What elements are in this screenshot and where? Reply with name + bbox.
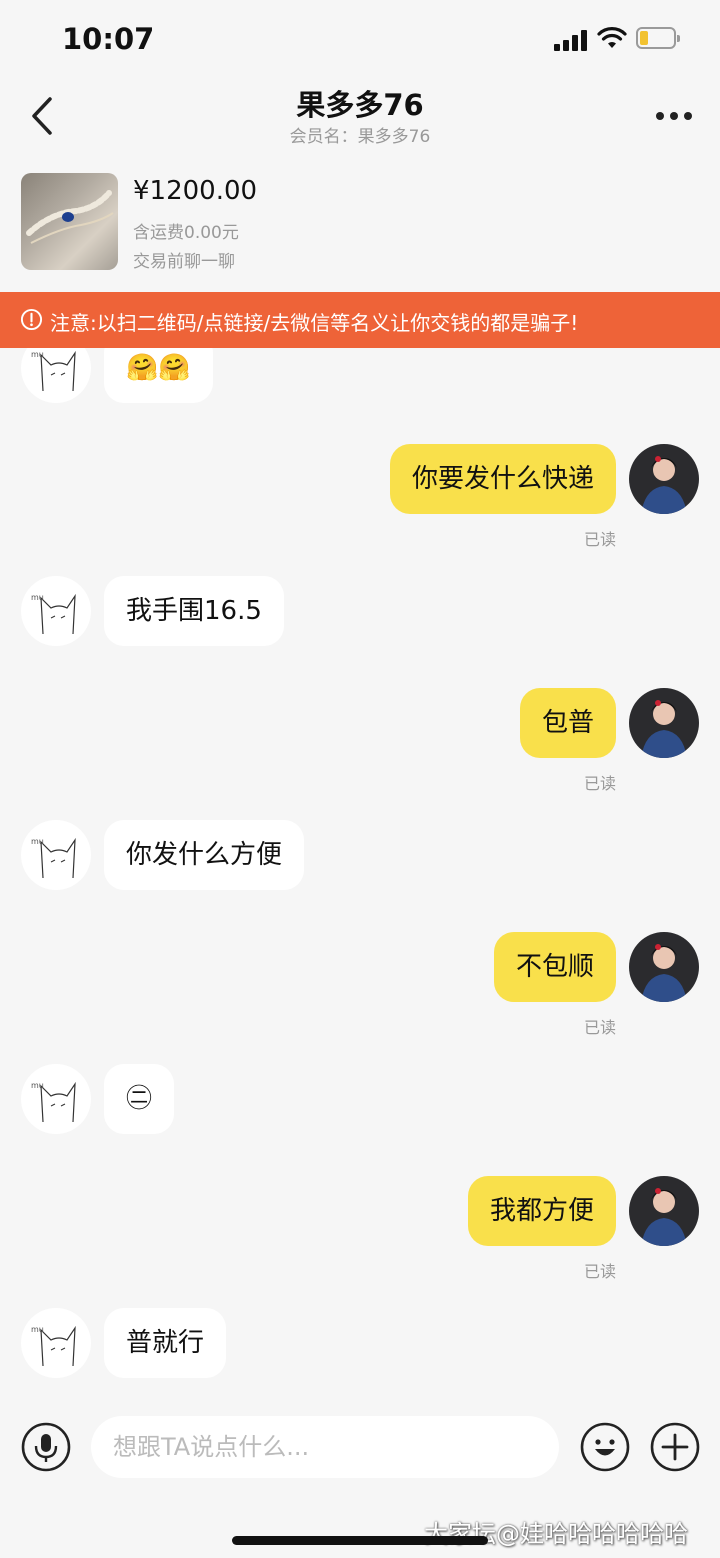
fraud-warning-banner: 注意:以扫二维码/点链接/去微信等名义让你交钱的都是骗子!: [0, 292, 720, 348]
shipping-fee: 含运费0.00元: [133, 223, 239, 243]
chat-header: 果多多76 会员名：果多多76: [0, 80, 720, 160]
home-indicator[interactable]: [232, 1536, 488, 1545]
emoji-icon: [580, 1422, 630, 1472]
my-avatar[interactable]: [629, 1176, 699, 1246]
svg-text:mu: mu: [31, 837, 44, 846]
read-status: 已读: [583, 774, 616, 793]
add-button[interactable]: [650, 1422, 700, 1472]
message-bubble[interactable]: 包普: [519, 688, 616, 758]
status-bar: 10:07: [0, 0, 720, 80]
svg-text:mu: mu: [31, 1325, 44, 1334]
microphone-icon: [21, 1422, 71, 1472]
svg-text:mu: mu: [31, 593, 44, 602]
message-bubble[interactable]: 普就行: [104, 1308, 227, 1378]
emoji-button[interactable]: [580, 1422, 630, 1472]
read-status: 已读: [583, 530, 616, 549]
my-avatar[interactable]: [629, 688, 699, 758]
plus-icon: [650, 1422, 700, 1472]
my-avatar[interactable]: [629, 444, 699, 514]
page-title: 果多多76: [296, 88, 424, 122]
contact-avatar[interactable]: mu: [21, 348, 91, 403]
contact-avatar[interactable]: mu: [21, 576, 91, 646]
contact-avatar[interactable]: mu: [21, 1064, 91, 1134]
status-time: 10:07: [62, 22, 155, 56]
contact-avatar[interactable]: mu: [21, 1308, 91, 1378]
message-input[interactable]: [91, 1416, 559, 1478]
svg-text:mu: mu: [31, 1081, 44, 1090]
read-status: 已读: [583, 1262, 616, 1281]
read-status: 已读: [583, 1018, 616, 1037]
contact-avatar[interactable]: mu: [21, 820, 91, 890]
message-bubble[interactable]: 你发什么方便: [104, 820, 305, 890]
message-bubble[interactable]: 🤗🤗: [104, 348, 213, 403]
message-bubble[interactable]: 你要发什么快递: [389, 444, 616, 514]
svg-text:mu: mu: [31, 350, 44, 359]
message-bubble[interactable]: ㊁: [104, 1064, 175, 1134]
product-card[interactable]: ¥1200.00 含运费0.00元 交易前聊一聊: [0, 170, 720, 280]
product-image[interactable]: [21, 173, 118, 270]
input-bar: [0, 1398, 720, 1498]
message-bubble[interactable]: 不包顺: [493, 932, 616, 1002]
voice-button[interactable]: [21, 1422, 71, 1472]
alert-icon: [20, 308, 43, 331]
more-button[interactable]: [650, 104, 696, 128]
my-avatar[interactable]: [629, 932, 699, 1002]
warning-text: 注意:以扫二维码/点链接/去微信等名义让你交钱的都是骗子!: [50, 311, 579, 335]
battery-icon: [636, 27, 680, 49]
product-price: ¥1200.00: [133, 176, 258, 206]
more-dots-icon: [656, 112, 664, 120]
message-bubble[interactable]: 我手围16.5: [104, 576, 284, 646]
wifi-icon: [597, 27, 627, 48]
message-list[interactable]: mu 🤗🤗 你要发什么快递 已读 mu 我手围16.5 包普 已读 mu 你发什…: [0, 348, 720, 1398]
chat-note: 交易前聊一聊: [133, 252, 235, 272]
member-name: 会员名：果多多76: [289, 127, 431, 147]
signal-icon: [554, 29, 588, 51]
message-bubble[interactable]: 我都方便: [467, 1176, 616, 1246]
bracelet-image: [26, 190, 114, 244]
